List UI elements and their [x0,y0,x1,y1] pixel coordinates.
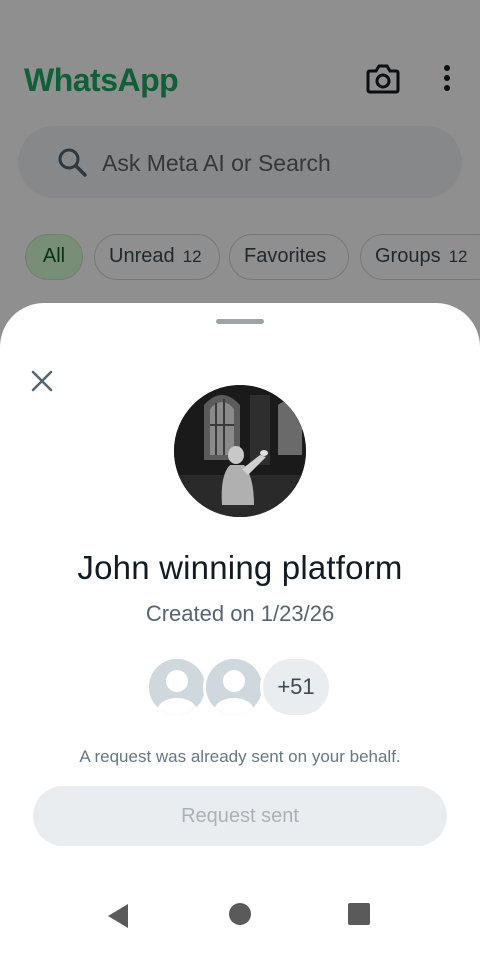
home-circle-icon[interactable] [229,903,251,925]
request-status-note: A request was already sent on your behal… [79,747,401,766]
group-created-date: Created on 1/23/26 [145,601,335,626]
drag-handle[interactable] [216,319,264,324]
default-avatar-icon [149,659,205,715]
close-icon[interactable] [28,367,56,395]
member-count-badge: +51 [260,656,332,718]
system-navigation-bar [0,893,480,953]
default-avatar-icon [206,659,262,715]
recents-square-icon[interactable] [348,903,370,925]
member-avatar [203,656,265,718]
back-triangle-icon[interactable] [106,903,132,929]
group-avatar [174,385,306,517]
group-invite-sheet: John winning platform Created on 1/23/26… [0,303,480,960]
group-photo-image [174,385,306,517]
group-name: John winning platform [77,549,403,586]
member-avatar [146,656,208,718]
request-sent-button: Request sent [33,786,447,846]
